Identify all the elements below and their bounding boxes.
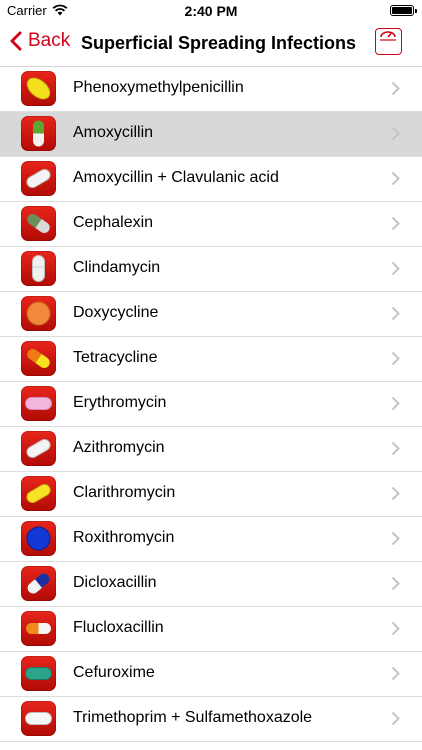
teal-oval-tablet-icon [21, 656, 56, 691]
chevron-left-icon [10, 31, 22, 51]
list-item[interactable]: Phenoxymethylpenicillin [0, 67, 422, 112]
drug-name: Dicloxacillin [73, 574, 157, 591]
drug-name: Azithromycin [73, 439, 165, 456]
orange-yellow-capsule-icon [21, 341, 56, 376]
clock: 2:40 PM [184, 3, 238, 19]
green-grey-capsule-icon [21, 206, 56, 241]
battery-icon [390, 5, 417, 16]
page-title: Superficial Spreading Infections [81, 33, 357, 53]
chevron-right-icon [391, 441, 400, 456]
antibiotic-list: Phenoxymethylpenicillin Amoxycillin Amox… [0, 67, 422, 742]
navigation-bar: Back Superficial Spreading Infections [0, 22, 422, 67]
white-oval-tablet-icon [21, 701, 56, 736]
chevron-right-icon [391, 216, 400, 231]
list-item[interactable]: Trimethoprim + Sulfamethoxazole [0, 697, 422, 742]
drug-name: Amoxycillin + Clavulanic acid [73, 169, 279, 186]
chevron-right-icon [391, 126, 400, 141]
list-item[interactable]: Amoxycillin [0, 112, 422, 157]
drug-name: Clindamycin [73, 259, 161, 276]
list-item[interactable]: Tetracycline [0, 337, 422, 382]
drug-name: Doxycycline [73, 304, 159, 321]
white-oblong-tablet-icon [21, 161, 56, 196]
drug-name: Clarithromycin [73, 484, 176, 501]
drug-name: Flucloxacillin [73, 619, 164, 636]
drug-name: Cefuroxime [73, 664, 155, 681]
list-item[interactable]: Cefuroxime [0, 652, 422, 697]
list-item[interactable]: Cephalexin [0, 202, 422, 247]
list-item[interactable]: Amoxycillin + Clavulanic acid [0, 157, 422, 202]
chevron-right-icon [391, 576, 400, 591]
drug-name: Amoxycillin [73, 124, 154, 141]
list-item[interactable]: Clarithromycin [0, 472, 422, 517]
pink-oval-tablet-icon [21, 386, 56, 421]
chevron-right-icon [391, 351, 400, 366]
chevron-right-icon [391, 711, 400, 726]
drug-name: Roxithromycin [73, 529, 175, 546]
orange-round-tablet-icon [21, 296, 56, 331]
blue-round-tablet-icon [21, 521, 56, 556]
list-item[interactable]: Flucloxacillin [0, 607, 422, 652]
blue-white-capsule-icon [21, 566, 56, 601]
chevron-right-icon [391, 396, 400, 411]
drug-name: Trimethoprim + Sulfamethoxazole [73, 709, 313, 726]
white-capsule-icon [21, 251, 56, 286]
orange-white-capsule-icon [21, 611, 56, 646]
list-item[interactable]: Doxycycline [0, 292, 422, 337]
list-item[interactable]: Clindamycin [0, 247, 422, 292]
drug-name: Cephalexin [73, 214, 154, 231]
drug-name: Tetracycline [73, 349, 158, 366]
chevron-right-icon [391, 261, 400, 276]
drug-name: Phenoxymethylpenicillin [73, 79, 244, 96]
back-button[interactable]: Back [10, 30, 70, 52]
green-white-capsule-icon [21, 116, 56, 151]
drug-name: Erythromycin [73, 394, 167, 411]
list-item[interactable]: Dicloxacillin [0, 562, 422, 607]
chevron-right-icon [391, 666, 400, 681]
scale-icon [380, 31, 396, 41]
chevron-right-icon [391, 171, 400, 186]
chevron-right-icon [391, 621, 400, 636]
white-oblong-tablet-icon [21, 431, 56, 466]
list-item[interactable]: Erythromycin [0, 382, 422, 427]
list-item[interactable]: Azithromycin [0, 427, 422, 472]
chevron-right-icon [391, 81, 400, 96]
status-bar: Carrier 2:40 PM [0, 0, 422, 22]
yellow-oval-tablet-icon [21, 71, 56, 106]
chevron-right-icon [391, 531, 400, 546]
list-item[interactable]: Roxithromycin [0, 517, 422, 562]
chevron-right-icon [391, 306, 400, 321]
weight-scale-button[interactable] [375, 28, 402, 55]
yellow-oblong-tablet-icon [21, 476, 56, 511]
back-label: Back [28, 30, 71, 51]
chevron-right-icon [391, 486, 400, 501]
